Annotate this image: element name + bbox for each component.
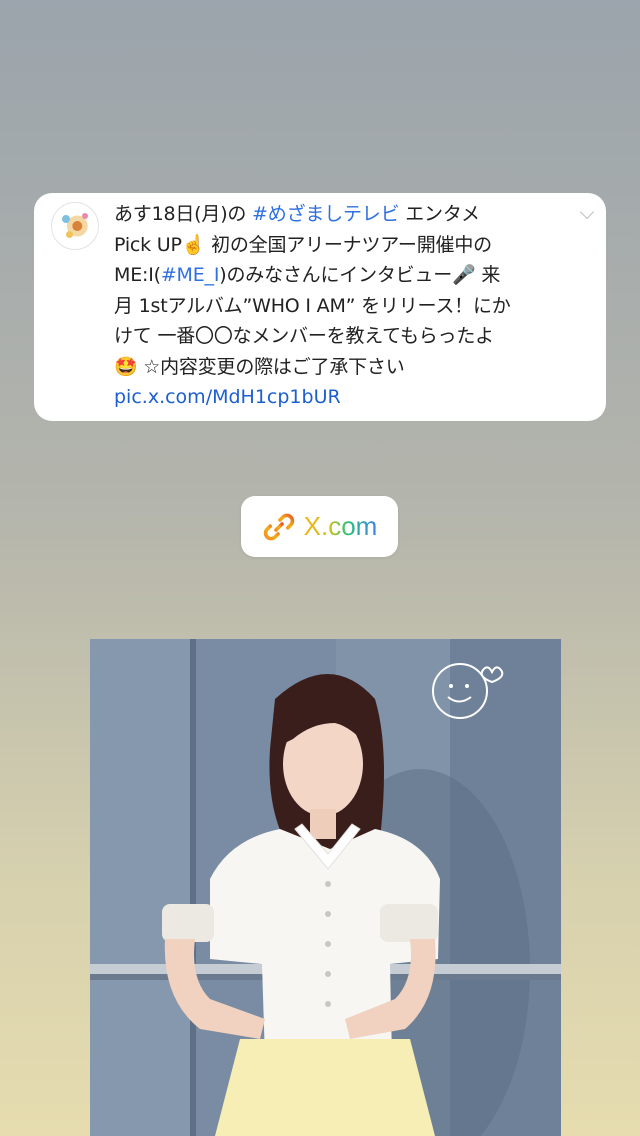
photo <box>90 639 561 1136</box>
tweet-card[interactable]: あす18日(月)の #めざましテレビ エンタメ Pick UP☝️ 初の全国アリ… <box>34 193 606 421</box>
tweet-line: 月 1stアルバム”WHO I AM” をリリース！にか <box>114 294 511 317</box>
avatar-decoration <box>82 213 88 219</box>
avatar[interactable] <box>51 202 99 250</box>
photo-illustration <box>90 639 561 1136</box>
hashtag-link[interactable]: #めざましテレビ <box>252 203 400 225</box>
avatar-decoration <box>62 215 70 223</box>
tweet-line: Pick UP☝️ 初の全国アリーナツアー開催中の <box>114 233 492 256</box>
tweet-line: あす18日(月)の #めざましテレビ エンタメ <box>114 203 480 225</box>
tweet-media-link[interactable]: pic.x.com/MdH1cp1bUR <box>114 382 562 413</box>
avatar-decoration <box>66 231 73 238</box>
tweet-text: あす18日(月)の #めざましテレビ エンタメ Pick UP☝️ 初の全国アリ… <box>114 199 562 382</box>
tweet-line: 🤩 ☆内容変更の際はご了承下さい <box>114 355 405 378</box>
tweet-line: ME:I(#ME_I)のみなさんにインタビュー🎤 来 <box>114 264 501 286</box>
tweet-line: けて 一番〇〇なメンバーを教えてもらったよ <box>114 325 494 347</box>
chevron-down-icon[interactable] <box>579 204 595 220</box>
hashtag-link[interactable]: #ME_I <box>161 264 220 286</box>
link-sticker-label: X.com <box>303 511 378 541</box>
link-icon <box>263 513 294 540</box>
link-sticker[interactable]: X.com <box>241 496 398 557</box>
